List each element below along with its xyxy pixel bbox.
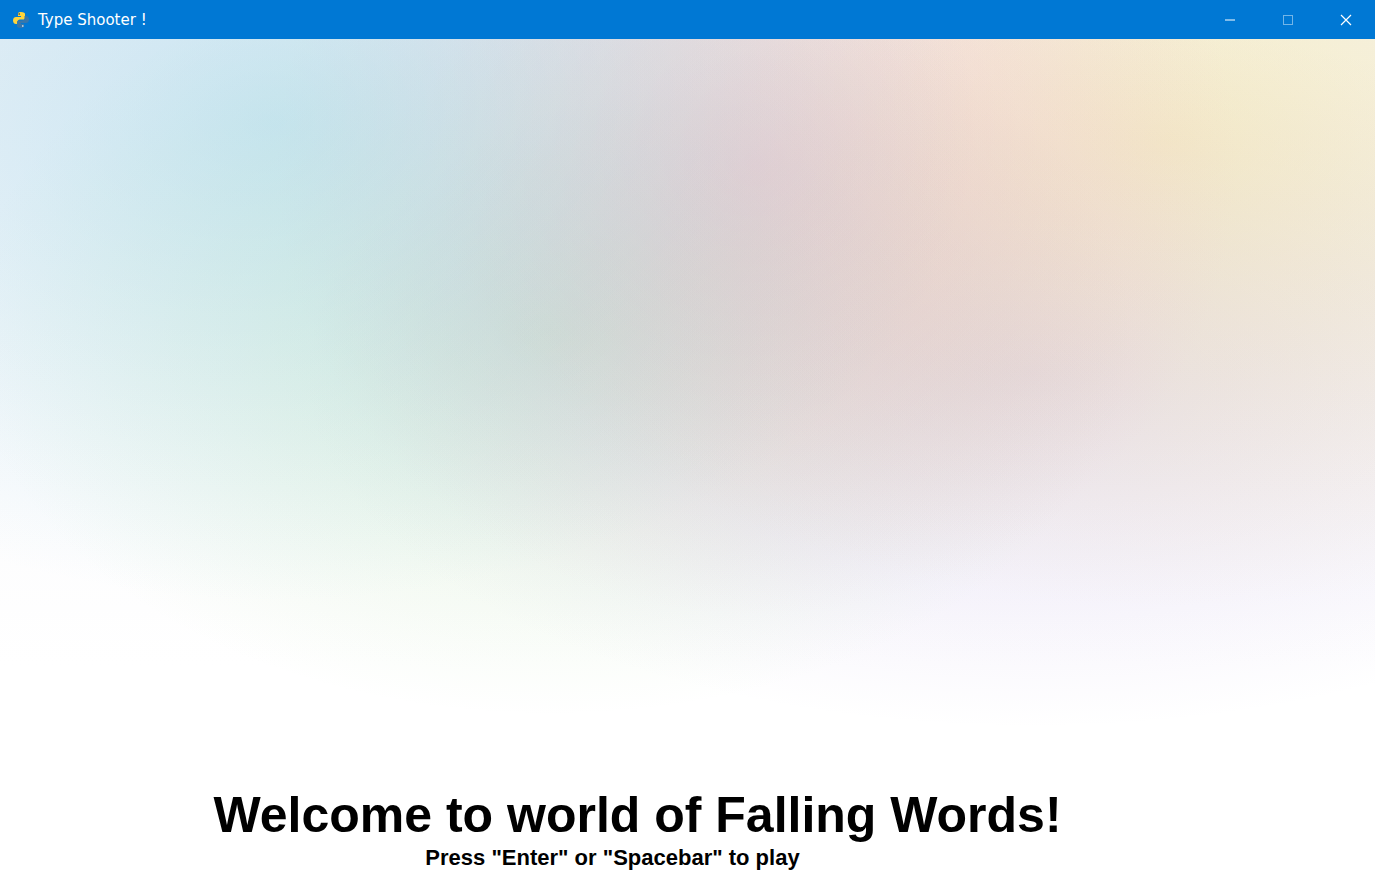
close-icon bbox=[1340, 14, 1352, 26]
title-bar: Type Shooter ! bbox=[0, 0, 1375, 39]
game-screen[interactable]: Welcome to world of Falling Words! Press… bbox=[0, 39, 1375, 875]
python-icon bbox=[12, 11, 30, 29]
falling-letters-background bbox=[0, 39, 1375, 875]
minimize-button[interactable] bbox=[1201, 0, 1259, 39]
window-title: Type Shooter ! bbox=[38, 11, 1201, 29]
close-button[interactable] bbox=[1317, 0, 1375, 39]
minimize-icon bbox=[1224, 14, 1236, 26]
welcome-heading: Welcome to world of Falling Words! bbox=[213, 787, 1061, 845]
play-prompt: Press "Enter" or "Spacebar" to play bbox=[425, 844, 799, 873]
maximize-icon bbox=[1282, 14, 1294, 26]
maximize-button bbox=[1259, 0, 1317, 39]
